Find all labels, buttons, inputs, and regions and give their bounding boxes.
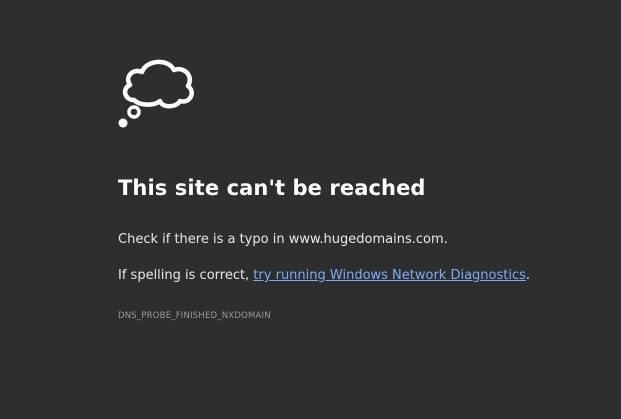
page-title: This site can't be reached bbox=[118, 176, 426, 200]
network-diagnostics-link[interactable]: try running Windows Network Diagnostics bbox=[253, 268, 526, 283]
diagnostics-hint: If spelling is correct, try running Wind… bbox=[118, 268, 530, 283]
typo-hint-text: Check if there is a typo in www.hugedoma… bbox=[118, 232, 448, 247]
error-code: DNS_PROBE_FINISHED_NXDOMAIN bbox=[118, 311, 271, 321]
diagnostics-hint-suffix: . bbox=[525, 268, 531, 283]
error-page: This site can't be reached Check if ther… bbox=[0, 0, 621, 419]
sad-cloud-icon bbox=[118, 59, 194, 128]
diagnostics-hint-prefix: If spelling is correct, bbox=[118, 268, 254, 283]
